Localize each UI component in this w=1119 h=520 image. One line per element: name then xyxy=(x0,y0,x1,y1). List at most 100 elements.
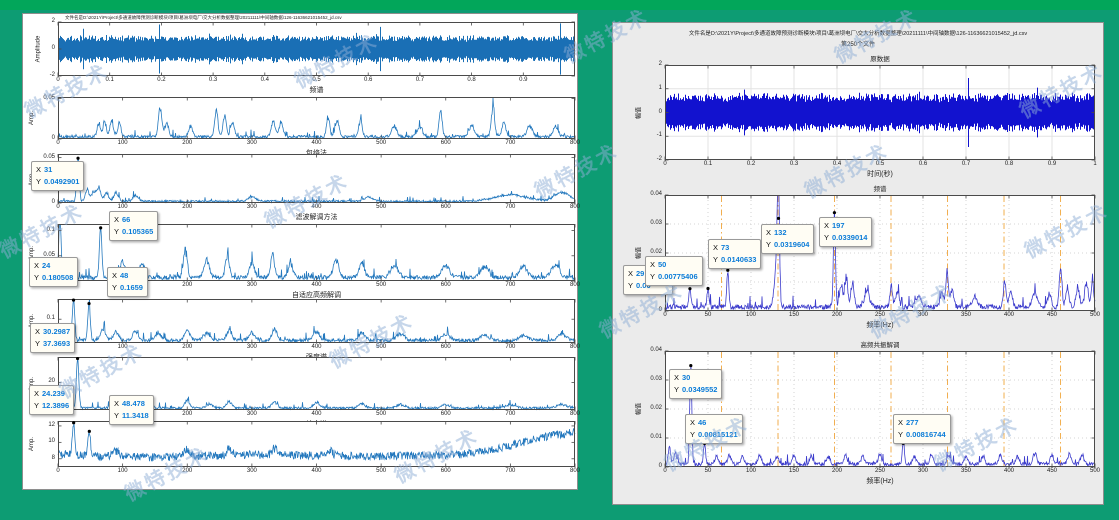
x-axis-tick-label: 700 xyxy=(494,204,526,210)
x-axis-tick-label: 500 xyxy=(365,140,397,146)
x-axis-tick-label: 400 xyxy=(301,282,333,288)
x-axis-tick-label: 800 xyxy=(559,411,591,417)
plot-raw-data[interactable]: -2-101200.10.20.30.40.50.60.70.80.91幅值时间… xyxy=(665,65,1095,160)
x-axis-tick-label: 0.6 xyxy=(907,161,939,167)
x-axis-tick-label: 700 xyxy=(494,140,526,146)
L3-signal-svg xyxy=(58,154,575,203)
x-axis-tick-label: 100 xyxy=(107,344,139,350)
x-axis-tick-label: 600 xyxy=(430,468,462,474)
plot-hf-resonance-demodulation[interactable]: 00.010.020.030.0405010015020025030035040… xyxy=(665,351,1095,467)
x-axis-tick-label: 0 xyxy=(649,312,681,318)
x-axis-tick-label: 0.7 xyxy=(404,77,436,83)
datatip[interactable]: X50Y0.00775406 xyxy=(645,256,703,286)
datatip[interactable]: X30Y0.0349552 xyxy=(669,369,722,399)
x-axis-tick-label: 800 xyxy=(559,282,591,288)
y-axis-tick-label: 2 xyxy=(638,61,662,67)
datatip[interactable]: X73Y0.0140633 xyxy=(708,239,761,269)
x-axis-tick-label: 500 xyxy=(365,204,397,210)
datatip[interactable]: X197Y0.0339014 xyxy=(819,217,872,247)
x-axis-tick-label: 300 xyxy=(907,468,939,474)
x-axis-tick-label: 0.5 xyxy=(301,77,333,83)
x-axis-tick-label: 250 xyxy=(864,312,896,318)
x-axis-tick-label: 400 xyxy=(301,468,333,474)
plot-bottom-spectrum[interactable]: 810120100200300400500600700800Amp. xyxy=(58,421,575,467)
x-axis-tick-label: 0 xyxy=(42,204,74,210)
y-axis-label: 幅值 xyxy=(634,403,643,415)
datatip[interactable]: X132Y0.0319604 xyxy=(761,224,814,254)
x-axis-caption: 频率(Hz) xyxy=(665,320,1095,330)
x-axis-tick-label: 0 xyxy=(649,468,681,474)
x-axis-tick-label: 0.7 xyxy=(950,161,982,167)
x-axis-tick-label: 0.2 xyxy=(735,161,767,167)
x-axis-tick-label: 600 xyxy=(430,140,462,146)
plot-title: 原数据 xyxy=(665,53,1095,63)
x-axis-tick-label: 500 xyxy=(1079,468,1111,474)
x-axis-tick-label: 300 xyxy=(236,411,268,417)
datatip[interactable]: X48.478Y11.3418 xyxy=(109,395,154,425)
x-axis-tick-label: 600 xyxy=(430,411,462,417)
x-axis-tick-label: 200 xyxy=(171,344,203,350)
L5-signal-svg xyxy=(58,299,575,343)
plot-filter-demodulation[interactable]: 00.050100200300400500600700800Amp.滤波解调方法 xyxy=(58,154,575,203)
x-axis-tick-label: 200 xyxy=(821,312,853,318)
datatip[interactable]: X66Y0.105365 xyxy=(109,211,158,241)
x-axis-tick-label: 0.1 xyxy=(94,77,126,83)
x-axis-tick-label: 100 xyxy=(107,204,139,210)
x-axis-tick-label: 800 xyxy=(559,204,591,210)
datatip[interactable]: X48Y0.1659 xyxy=(107,267,148,297)
x-axis-tick-label: 0.8 xyxy=(993,161,1025,167)
x-axis-tick-label: 1 xyxy=(1079,161,1111,167)
y-axis-label: Amp. xyxy=(29,437,35,451)
x-axis-tick-label: 800 xyxy=(559,468,591,474)
y-axis-label: 幅值 xyxy=(634,247,643,259)
x-axis-tick-label: 100 xyxy=(735,468,767,474)
x-axis-tick-label: 50 xyxy=(692,312,724,318)
x-axis-tick-label: 700 xyxy=(494,411,526,417)
plot-raw-signal[interactable]: -20200.10.20.30.40.50.60.70.80.9Amplitud… xyxy=(58,22,575,76)
x-axis-tick-label: 500 xyxy=(1079,312,1111,318)
x-axis-tick-label: 400 xyxy=(301,140,333,146)
x-axis-tick-label: 0.2 xyxy=(145,77,177,83)
L7-signal-svg xyxy=(58,421,575,467)
x-axis-tick-label: 0 xyxy=(649,161,681,167)
x-axis-tick-label: 350 xyxy=(950,312,982,318)
plot-intensity-spectrum[interactable]: 00.10100200300400500600700800Amp.强度谱 xyxy=(58,299,575,343)
x-axis-tick-label: 300 xyxy=(236,344,268,350)
x-axis-tick-label: 500 xyxy=(365,468,397,474)
x-axis-tick-label: 0 xyxy=(42,140,74,146)
x-axis-tick-label: 200 xyxy=(171,411,203,417)
plot-envelope-method[interactable]: 00.050100200300400500600700800Amp.包络法 xyxy=(58,97,575,139)
x-axis-tick-label: 450 xyxy=(1036,312,1068,318)
x-axis-tick-label: 600 xyxy=(430,344,462,350)
y-axis-tick-label: 0.03 xyxy=(638,376,662,382)
x-axis-tick-label: 800 xyxy=(559,344,591,350)
x-axis-tick-label: 500 xyxy=(365,344,397,350)
datatip[interactable]: X277Y0.00816744 xyxy=(893,414,951,444)
x-axis-caption: 时间(秒) xyxy=(665,169,1095,179)
y-axis-tick-label: 0.05 xyxy=(31,154,55,160)
x-axis-tick-label: 100 xyxy=(107,140,139,146)
x-axis-tick-label: 100 xyxy=(735,312,767,318)
left-figure-panel: 文件名是D:\2021Y\Project\多通道故障预测诊断模块\项目\葛洲坝电… xyxy=(22,13,578,490)
x-axis-caption: 频谱 xyxy=(58,85,575,95)
left-figure-title: 文件名是D:\2021Y\Project\多通道故障预测诊断模块\项目\葛洲坝电… xyxy=(65,15,575,21)
x-axis-tick-label: 0.5 xyxy=(864,161,896,167)
plot-title: 频谱 xyxy=(665,183,1095,193)
x-axis-tick-label: 200 xyxy=(171,204,203,210)
x-axis-tick-label: 200 xyxy=(171,468,203,474)
datatip[interactable]: X31Y0.0492901 xyxy=(31,161,84,191)
datatip[interactable]: X46Y0.00815121 xyxy=(685,414,743,444)
x-axis-tick-label: 200 xyxy=(171,140,203,146)
datatip[interactable]: X30.2987Y37.3693 xyxy=(30,323,75,353)
x-axis-tick-label: 350 xyxy=(950,468,982,474)
x-axis-tick-label: 0.8 xyxy=(456,77,488,83)
x-axis-tick-label: 0.6 xyxy=(352,77,384,83)
right-figure-subtitle: 第250个文件 xyxy=(613,39,1103,48)
datatip[interactable]: X24Y0.180508 xyxy=(29,257,78,287)
datatip[interactable]: X24.239Y12.3896 xyxy=(29,385,74,415)
x-axis-tick-label: 300 xyxy=(236,282,268,288)
x-axis-tick-label: 400 xyxy=(301,204,333,210)
y-axis-tick-label: 0.04 xyxy=(638,347,662,353)
x-axis-tick-label: 700 xyxy=(494,282,526,288)
y-axis-label: Amplitude xyxy=(35,36,41,63)
